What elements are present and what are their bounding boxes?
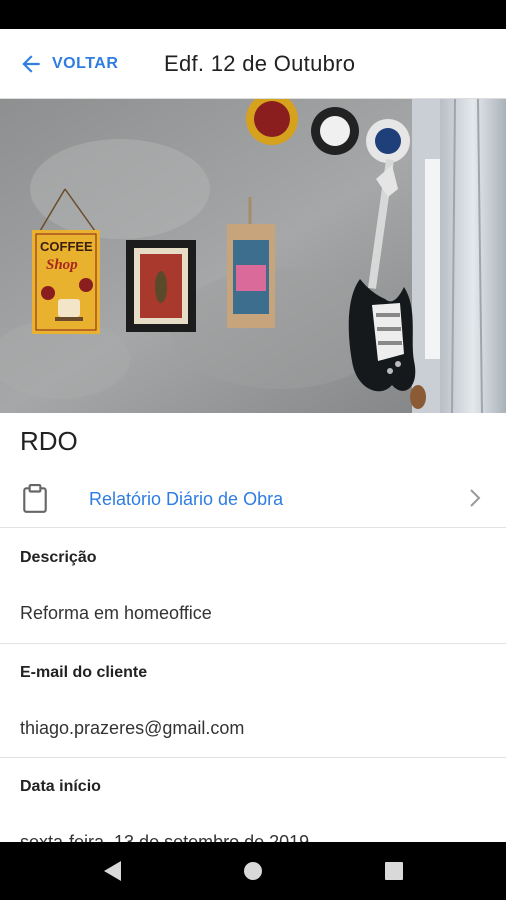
app-bar: VOLTAR Edf. 12 de Outubro: [0, 29, 506, 99]
arrow-left-icon: [22, 55, 40, 73]
system-nav-bar: [0, 842, 506, 900]
field-description: Descrição Reforma em homeoffice: [0, 529, 506, 644]
chevron-right-icon: [470, 489, 481, 507]
hero-photo[interactable]: COFFEE Shop: [0, 99, 506, 413]
rdo-link-row[interactable]: Relatório Diário de Obra: [0, 470, 506, 528]
section-title: RDO: [20, 426, 78, 456]
rdo-link-label: Relatório Diário de Obra: [89, 489, 284, 509]
field-label: Data início: [20, 778, 101, 795]
circle-home-icon[interactable]: [242, 859, 264, 883]
clipboard-icon: [23, 484, 47, 513]
sign-text-coffee: COFFEE: [40, 239, 93, 254]
page-title: Edf. 12 de Outubro: [164, 51, 356, 76]
back-label: VOLTAR: [52, 55, 119, 72]
field-client-email: E-mail do cliente thiago.prazeres@gmail.…: [0, 644, 506, 758]
back-button[interactable]: VOLTAR: [18, 45, 118, 83]
field-label: E-mail do cliente: [20, 664, 148, 681]
square-recents-icon[interactable]: [384, 859, 404, 883]
triangle-back-icon[interactable]: [101, 859, 123, 883]
sign-text-shop: Shop: [46, 257, 78, 273]
field-value: sexta-feira, 13 de setembro de 2019: [20, 832, 310, 842]
field-label: Descrição: [20, 549, 97, 566]
status-bar: [0, 0, 506, 29]
field-start-date: Data início sexta-feira, 13 de setembro …: [0, 758, 506, 842]
hero-image: COFFEE Shop: [0, 99, 506, 413]
field-value: Reforma em homeoffice: [20, 603, 212, 623]
field-value: thiago.prazeres@gmail.com: [20, 718, 245, 738]
